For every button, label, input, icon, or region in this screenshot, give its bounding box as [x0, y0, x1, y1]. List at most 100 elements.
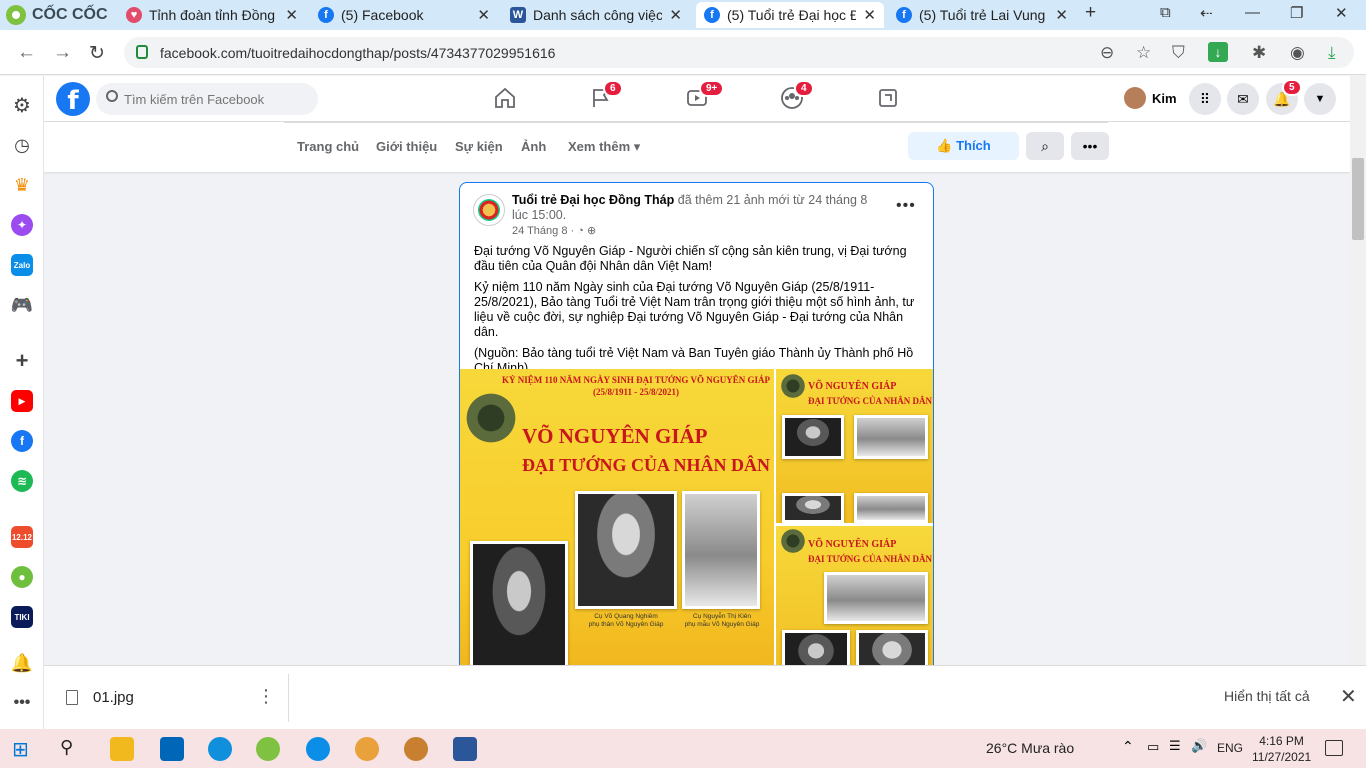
map-pin-icon[interactable]: ● [11, 566, 33, 588]
close-icon[interactable]: ✕ [1055, 6, 1068, 24]
page-name[interactable]: Tuổi trẻ Đại học Đồng Tháp [512, 193, 674, 207]
edge-icon[interactable] [208, 737, 232, 761]
post-photo-2[interactable]: VÕ NGUYÊN GIÁP ĐẠI TƯỚNG CỦA NHÂN DÂN [776, 369, 933, 523]
profile-chip[interactable]: Kim [1124, 87, 1177, 109]
new-tab-plus-icon[interactable]: + [1085, 2, 1096, 24]
watch-video-icon[interactable]: 9+ [685, 80, 725, 112]
browser-brand[interactable]: CỐC CỐC [6, 4, 108, 26]
tab-1[interactable]: ♥ Tỉnh đoàn tỉnh Đồng ✕ [118, 2, 306, 28]
paint-icon[interactable] [355, 737, 379, 761]
file-explorer-icon[interactable] [110, 737, 134, 761]
tab-photos[interactable]: Ảnh [521, 139, 546, 154]
minimize-icon[interactable]: — [1245, 4, 1260, 21]
reload-icon[interactable]: ↻ [89, 42, 105, 65]
word-icon[interactable] [453, 737, 477, 761]
facebook-icon[interactable]: f [11, 430, 33, 452]
shield-icon[interactable]: ⛉ [1172, 43, 1185, 63]
action-center-icon[interactable] [1325, 740, 1343, 756]
shopee-icon[interactable]: 12.12 [11, 526, 33, 548]
battery-icon[interactable]: ▭ [1147, 739, 1159, 755]
tiki-icon[interactable]: TIKI [11, 606, 33, 628]
download-manager-icon[interactable]: ⤓ [1328, 43, 1336, 63]
close-icon[interactable]: ✕ [669, 6, 682, 24]
download-icon[interactable]: ↓ [1208, 42, 1228, 62]
page-scrollbar[interactable] [1350, 76, 1366, 665]
poster-title-line2: ĐẠI TƯỚNG CỦA NHÂN DÂN [522, 455, 771, 475]
page-avatar[interactable] [473, 194, 505, 226]
extensions-icon[interactable]: ✱ [1252, 43, 1266, 63]
pages-flag-icon[interactable]: 6 [589, 80, 623, 112]
profile-name: Kim [1152, 90, 1177, 106]
close-icon[interactable]: ✕ [285, 6, 298, 24]
url-text[interactable]: facebook.com/tuoitredaihocdongthap/posts… [160, 45, 555, 61]
gaming-icon[interactable] [876, 86, 906, 112]
notification-bell-icon[interactable]: 🔔 [11, 652, 33, 674]
like-page-button[interactable]: 👍 Thích [908, 132, 1019, 160]
window-close-icon[interactable]: ✕ [1335, 4, 1348, 22]
more-icon[interactable]: ••• [11, 692, 33, 714]
paint-icon[interactable] [404, 737, 428, 761]
account-icon[interactable]: ◉ [1290, 43, 1305, 63]
tab-home[interactable]: Trang chủ [297, 139, 359, 154]
post-photo-main[interactable]: KỶ NIỆM 110 NĂM NGÀY SINH ĐẠI TƯỚNG VÕ N… [460, 369, 774, 665]
tab-title: Tỉnh đoàn tỉnh Đồng [149, 7, 276, 23]
tab-3[interactable]: W Danh sách công việc ✕ [502, 2, 690, 28]
close-icon[interactable]: ✕ [863, 6, 876, 24]
network-icon[interactable]: ☰ [1169, 738, 1181, 754]
messenger-icon[interactable]: ✉ [1227, 83, 1259, 115]
tab-title: (5) Facebook [341, 7, 424, 23]
omnibox[interactable]: facebook.com/tuoitredaihocdongthap/posts… [124, 37, 1354, 68]
scrollbar-thumb[interactable] [1352, 158, 1364, 240]
show-all-downloads-button[interactable]: Hiển thị tất cả [1224, 688, 1310, 704]
windows-start-icon[interactable]: ⊞ [12, 737, 36, 761]
tab-5[interactable]: f (5) Tuổi trẻ Lai Vung ✕ [888, 2, 1076, 28]
store-icon[interactable] [160, 737, 184, 761]
system-clock[interactable]: 4:16 PM 11/27/2021 [1252, 733, 1311, 765]
bookmark-star-icon[interactable]: ☆ [1136, 43, 1151, 63]
volume-icon[interactable]: 🔊 [1191, 738, 1207, 754]
messenger-icon[interactable]: ✦ [11, 214, 33, 236]
coccoc-icon[interactable] [256, 737, 280, 761]
youtube-icon[interactable]: ▶ [11, 390, 33, 412]
facebook-favicon-icon: f [896, 7, 912, 23]
search-page-icon[interactable]: ⌕ [1026, 132, 1064, 160]
home-icon[interactable] [493, 86, 523, 112]
tab-2[interactable]: f (5) Facebook ✕ [310, 2, 498, 28]
post-more-icon[interactable]: ••• [896, 197, 916, 215]
zoom-out-icon[interactable]: ⊖ [1100, 43, 1114, 63]
screenshot-icon[interactable]: ⧉ [1160, 4, 1171, 21]
back-arrow-icon[interactable]: ⇠ [1200, 4, 1213, 22]
add-icon[interactable]: + [11, 348, 33, 373]
groups-icon[interactable]: 4 [780, 80, 814, 112]
gamepad-icon[interactable]: 🎮 [11, 294, 33, 316]
zalo-icon[interactable] [306, 737, 330, 761]
back-icon[interactable]: ← [17, 42, 36, 64]
close-icon[interactable]: ✕ [1340, 684, 1357, 709]
notifications-bell-icon[interactable]: 🔔 5 [1266, 79, 1302, 115]
post-date[interactable]: 24 Tháng 8 · ◔ ⊕ [512, 224, 596, 237]
account-caret-icon[interactable]: ▼ [1304, 83, 1336, 115]
facebook-logo-icon[interactable]: f [56, 82, 90, 116]
settings-gear-icon[interactable]: ⚙ [11, 94, 33, 117]
menu-grid-icon[interactable]: ⠿ [1189, 83, 1221, 115]
crown-icon[interactable]: ♛ [11, 174, 33, 196]
tab-about[interactable]: Giới thiệu [376, 139, 437, 154]
forward-icon[interactable]: → [53, 42, 72, 64]
language-indicator[interactable]: ENG [1217, 741, 1243, 755]
weather-status[interactable]: 26°C Mưa rào [986, 740, 1074, 756]
tab-more[interactable]: Xem thêm ▾ [568, 139, 640, 155]
spotify-icon[interactable]: ≋ [11, 470, 33, 492]
search-icon[interactable]: ⚲ [60, 737, 84, 761]
download-file-name[interactable]: 01.jpg [93, 689, 134, 706]
kebab-menu-icon[interactable]: ⋮ [257, 686, 275, 707]
maximize-icon[interactable]: ❐ [1290, 4, 1303, 22]
facebook-search-input[interactable] [96, 83, 318, 115]
post-photo-3[interactable]: VÕ NGUYÊN GIÁP ĐẠI TƯỚNG CỦA NHÂN DÂN [776, 526, 933, 665]
tab-4-active[interactable]: f (5) Tuổi trẻ Đại học Đ ✕ [696, 2, 884, 28]
tab-events[interactable]: Sự kiện [455, 139, 503, 154]
history-icon[interactable]: ◷ [11, 134, 33, 156]
close-icon[interactable]: ✕ [477, 6, 490, 24]
zalo-icon[interactable]: Zalo [11, 254, 33, 276]
tray-chevron-icon[interactable]: ⌃ [1122, 738, 1134, 755]
more-options-icon[interactable]: ••• [1071, 132, 1109, 160]
